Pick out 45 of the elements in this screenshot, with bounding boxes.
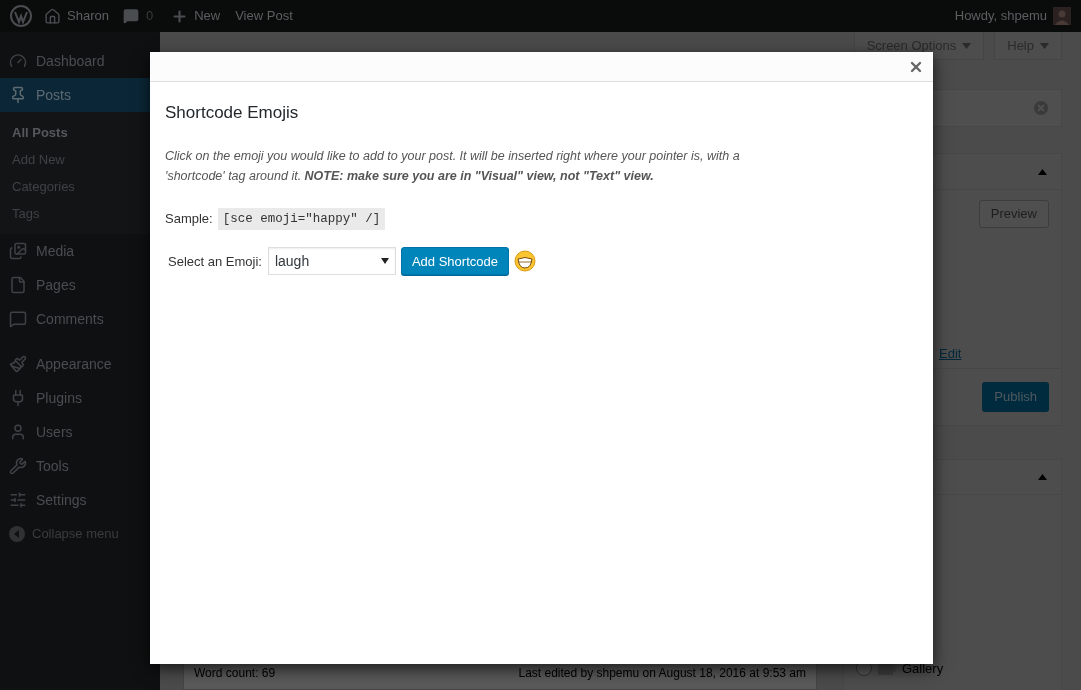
format-option-label: Gallery [902,659,944,678]
sidebar-item[interactable]: Users [0,415,160,449]
sidebar-item[interactable]: Comments [0,302,160,336]
plus-icon[interactable] [171,7,189,25]
edit-link[interactable]: Edit [939,343,962,363]
home-icon[interactable] [44,7,61,25]
word-count: Word count: 69 [194,664,276,682]
caret-icon [1040,42,1049,49]
sliders-icon [9,491,27,509]
caret-icon [962,42,972,49]
sidebar-item[interactable]: Tools [0,449,160,483]
speech-bubble-icon [9,310,27,328]
add-shortcode-button[interactable]: Add Shortcode [400,247,509,276]
dropdown-arrow-icon [380,258,389,265]
wordpress-logo-icon[interactable] [10,5,32,27]
publish-button[interactable]: Publish [982,382,1049,412]
last-edited-text: Last edited by shpemu on August 18, 2016 at 9:53 am [518,664,806,682]
sidebar-item[interactable]: Settings [0,483,160,517]
page-icon [9,276,27,294]
dialog-title: Shortcode Emojis [165,102,300,124]
sidebar-item[interactable]: Appearance [0,347,160,381]
sidebar-item[interactable]: Dashboard [0,44,160,78]
laughing-emoji-icon[interactable] [513,250,536,273]
select-label: Select an Emoji: [168,252,262,271]
wrench-icon [9,457,27,475]
emoji-select[interactable]: laugh [267,247,396,276]
instructions-text: Click on the emoji you would like to add to your post. It will be inserted right where your pointer is, with a 'shortcode' tag around it. NOTE: make sure you are in "Visual" view, not "Text" view. [165,147,741,185]
avatar-icon[interactable] [1053,7,1071,25]
sample-code: [sce emoji="happy" /] [217,207,386,231]
images-icon [9,242,27,260]
paintbrush-icon [9,355,27,373]
view-post-link[interactable]: View Post [235,6,293,26]
gauge-icon [9,52,27,70]
user-icon [9,423,27,441]
sidebar-item[interactable]: Plugins [0,381,160,415]
sidebar-item[interactable]: Pages [0,268,160,302]
new-link[interactable]: New [194,6,221,26]
greeting-link[interactable]: Howdy, shpemu [954,6,1047,26]
sidebar-item[interactable]: Media [0,234,160,268]
collapse-arrow-icon[interactable] [1038,474,1047,480]
comment-icon[interactable] [122,8,139,24]
sample-label: Sample: [165,210,213,229]
collapse-arrow-icon[interactable] [1038,168,1047,175]
pin-icon [9,86,27,104]
site-name-link[interactable]: Sharon [67,6,109,26]
